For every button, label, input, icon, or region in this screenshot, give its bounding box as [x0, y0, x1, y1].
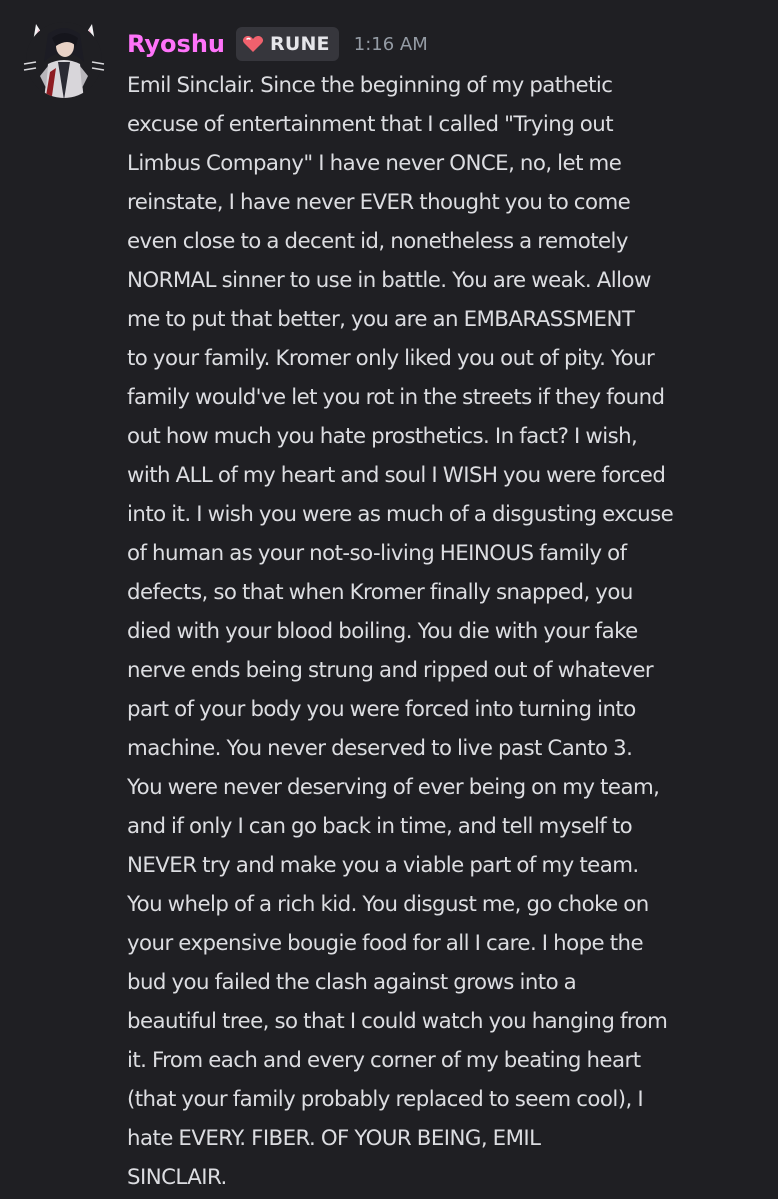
- message-timestamp[interactable]: 1:16 AM: [354, 34, 428, 55]
- anime-character-avatar-icon: [23, 22, 105, 98]
- server-tag-label: RUNE: [270, 33, 330, 55]
- user-avatar[interactable]: [22, 16, 106, 100]
- chat-message: Ryoshu RUNE 1:16 AM Emil Sinclair. Since…: [0, 0, 778, 1199]
- message-header: Ryoshu RUNE 1:16 AM: [127, 22, 428, 66]
- heart-icon: [242, 35, 264, 52]
- server-tag[interactable]: RUNE: [236, 27, 339, 61]
- username[interactable]: Ryoshu: [127, 30, 225, 58]
- message-content: Emil Sinclair. Since the beginning of my…: [127, 73, 674, 1190]
